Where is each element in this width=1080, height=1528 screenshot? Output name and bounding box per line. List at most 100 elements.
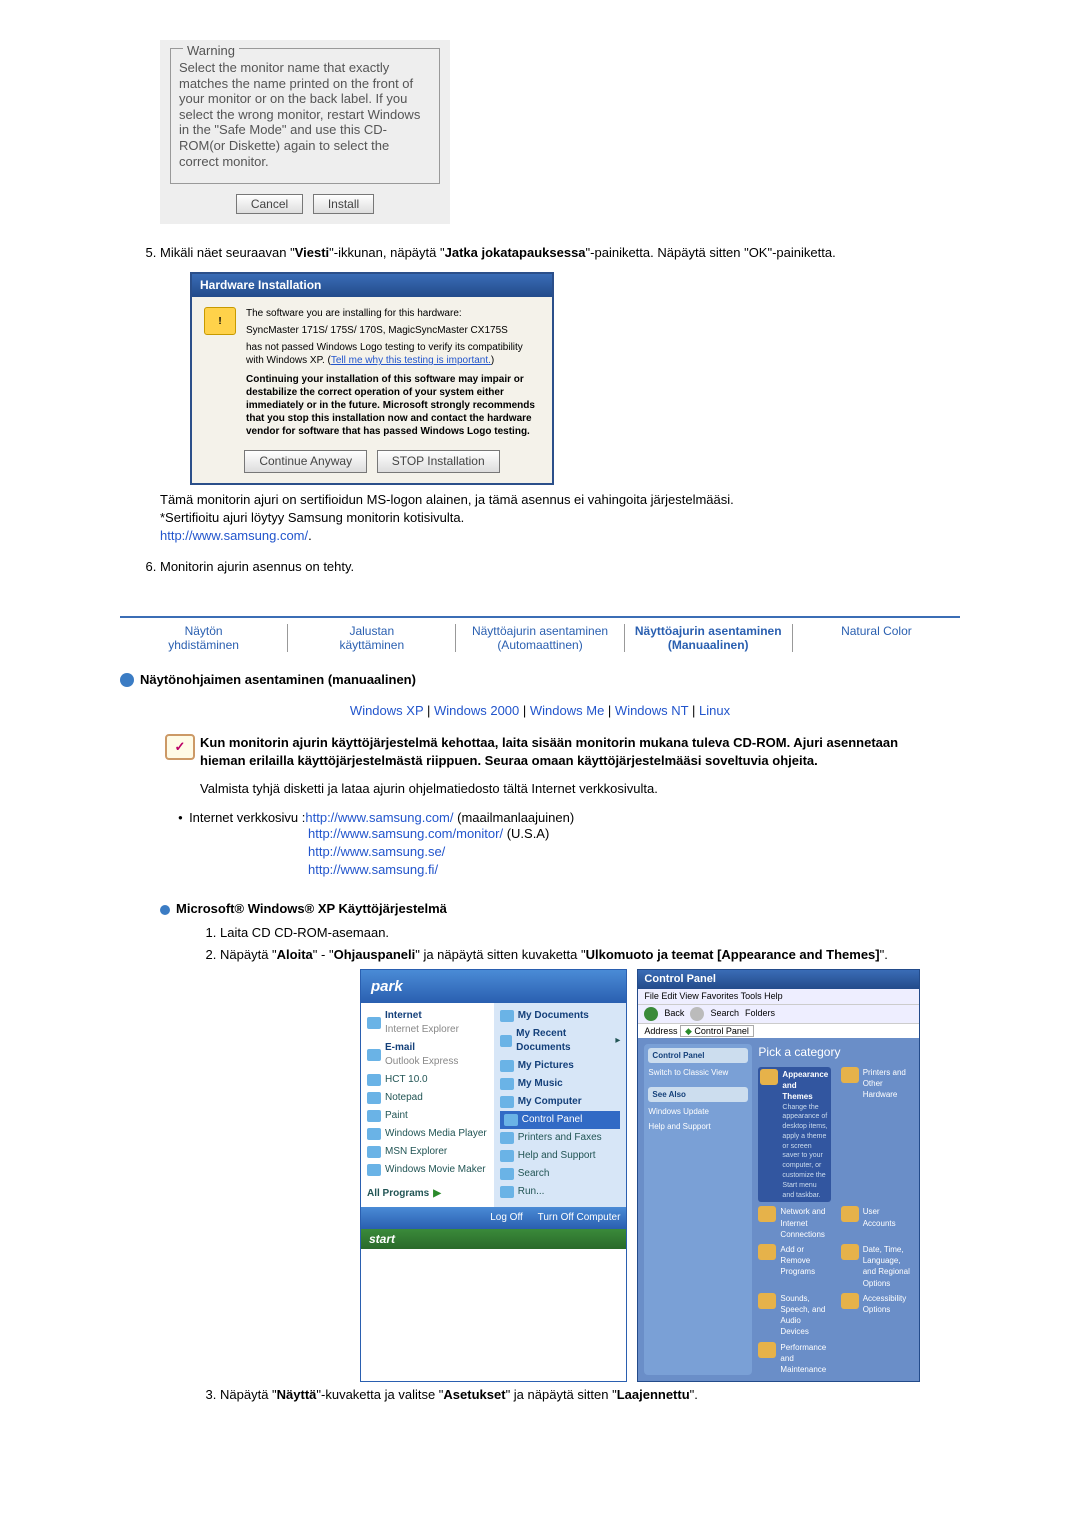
cat-add-remove[interactable]: Add or Remove Programs — [758, 1244, 830, 1289]
wmp-icon — [367, 1128, 381, 1140]
network-icon — [758, 1206, 776, 1222]
hw-line4: Continuing your installation of this sof… — [246, 373, 540, 438]
note-text-1: Kun monitorin ajurin käyttöjärjestelmä k… — [200, 734, 920, 770]
tab-natural-color[interactable]: Natural Color — [793, 624, 960, 652]
note-text-2: Valmista tyhjä disketti ja lataa ajurin … — [200, 781, 920, 796]
windows-update-link[interactable]: Windows Update — [648, 1104, 748, 1119]
paint-icon — [367, 1110, 381, 1122]
folders-toolbar[interactable]: Folders — [745, 1007, 775, 1020]
help-icon — [500, 1150, 514, 1162]
pick-category: Pick a category — [758, 1044, 913, 1061]
start-button[interactable]: start — [361, 1229, 626, 1250]
folder-icon — [500, 1060, 514, 1072]
section-head: Näytönohjaimen asentaminen (manuaalinen) — [120, 672, 960, 688]
hw-line3: has not passed Windows Logo testing to v… — [246, 341, 540, 367]
printer-icon — [500, 1132, 514, 1144]
cat-network[interactable]: Network and Internet Connections — [758, 1206, 830, 1240]
tab-jalustan-kayttaminen[interactable]: Jalustankäyttäminen — [288, 624, 456, 652]
cat-accessibility[interactable]: Accessibility Options — [841, 1293, 913, 1338]
appearance-icon — [760, 1069, 778, 1085]
link-windows-xp[interactable]: Windows XP — [350, 703, 423, 718]
stop-installation-button[interactable]: STOP Installation — [377, 450, 500, 473]
turnoff-button[interactable]: Turn Off Computer — [532, 1211, 621, 1225]
start-control-panel-item[interactable]: Control Panel — [500, 1111, 621, 1129]
warning-icon: ! — [204, 307, 236, 335]
controlpanel-icon — [504, 1114, 518, 1126]
link-windows-2000[interactable]: Windows 2000 — [434, 703, 519, 718]
tabs-row: Näytönyhdistäminen Jalustankäyttäminen N… — [120, 616, 960, 652]
link-windows-me[interactable]: Windows Me — [530, 703, 604, 718]
tab-driver-manual[interactable]: Näyttöajurin asentaminen(Manuaalinen) — [625, 624, 793, 652]
link-samsung-monitor[interactable]: http://www.samsung.com/monitor/ — [308, 826, 503, 841]
xp-step-2: Näpäytä "Aloita" - "Ohjauspaneli" ja näp… — [220, 946, 1020, 1382]
users-icon — [841, 1206, 859, 1222]
dialog-title: Hardware Installation — [192, 274, 552, 297]
datetime-icon — [841, 1244, 859, 1260]
performance-icon — [758, 1342, 776, 1358]
search-icon — [500, 1168, 514, 1180]
warning-text: Select the monitor name that exactly mat… — [179, 60, 431, 169]
globe-icon — [120, 673, 134, 687]
addremove-icon — [758, 1244, 776, 1260]
link-samsung-fi[interactable]: http://www.samsung.fi/ — [308, 862, 438, 877]
notepad-icon — [367, 1092, 381, 1104]
folder-icon — [500, 1035, 512, 1047]
sounds-icon — [758, 1293, 776, 1309]
continue-anyway-button[interactable]: Continue Anyway — [244, 450, 367, 473]
folder-icon — [500, 1078, 514, 1090]
link-windows-nt[interactable]: Windows NT — [615, 703, 688, 718]
internet-links-line: Internet verkkosivu :http://www.samsung.… — [178, 810, 920, 825]
chevron-right-icon: ▶ — [433, 1187, 441, 1201]
link-samsung-global[interactable]: http://www.samsung.com/ — [305, 810, 453, 825]
after5-line2: *Sertifioitu ajuri löytyy Samsung monito… — [160, 509, 1020, 527]
cp-side: Control Panel Switch to Classic View See… — [644, 1044, 752, 1375]
cat-printers-hardware[interactable]: Printers and Other Hardware — [841, 1067, 913, 1203]
tab-driver-auto[interactable]: Näyttöajurin asentaminen(Automaattinen) — [456, 624, 624, 652]
hw-line1: The software you are installing for this… — [246, 307, 540, 320]
xp-head: Microsoft® Windows® XP Käyttöjärjestelmä — [160, 901, 920, 916]
cp-side-cp: Control Panel — [648, 1048, 748, 1063]
bullet-icon — [160, 905, 170, 915]
help-support-link[interactable]: Help and Support — [648, 1119, 748, 1134]
forward-icon[interactable] — [690, 1007, 704, 1021]
link-linux[interactable]: Linux — [699, 703, 730, 718]
cp-title: Control Panel — [638, 970, 919, 989]
install-button[interactable]: Install — [313, 194, 374, 214]
step-6: Monitorin ajurin asennus on tehty. — [160, 558, 1020, 576]
cat-date-time[interactable]: Date, Time, Language, and Regional Optio… — [841, 1244, 913, 1289]
cat-sounds[interactable]: Sounds, Speech, and Audio Devices — [758, 1293, 830, 1338]
cp-toolbar: Back Search Folders — [638, 1004, 919, 1023]
cat-appearance-themes[interactable]: Appearance and ThemesChange the appearan… — [758, 1067, 830, 1203]
os-links: Windows XP | Windows 2000 | Windows Me |… — [60, 703, 1020, 718]
xp-step-1: Laita CD CD-ROM-asemaan. — [220, 924, 1020, 942]
computer-icon — [500, 1096, 514, 1108]
step-5: Mikäli näet seuraavan "Viesti"-ikkunan, … — [160, 244, 1020, 545]
note-row: ✓ Kun monitorin ajurin käyttöjärjestelmä… — [160, 734, 920, 770]
switch-classic-link[interactable]: Switch to Classic View — [648, 1065, 748, 1080]
xp-step-3: Näpäytä "Näyttä"-kuvaketta ja valitse "A… — [220, 1386, 1020, 1404]
moviemaker-icon — [367, 1164, 381, 1176]
cp-side-see: See Also — [648, 1087, 748, 1102]
logoff-button[interactable]: Log Off — [484, 1211, 523, 1225]
cancel-button[interactable]: Cancel — [236, 194, 303, 214]
logo-testing-link[interactable]: Tell me why this testing is important. — [331, 355, 491, 366]
cat-user-accounts[interactable]: User Accounts — [841, 1206, 913, 1240]
hw-line2: SyncMaster 171S/ 175S/ 170S, MagicSyncMa… — [246, 324, 540, 337]
link-samsung-se[interactable]: http://www.samsung.se/ — [308, 844, 445, 859]
warning-legend: Warning — [183, 43, 239, 58]
hardware-installation-dialog: Hardware Installation ! The software you… — [190, 272, 554, 485]
folder-icon — [500, 1010, 514, 1022]
after5-line1: Tämä monitorin ajuri on sertifioidun MS-… — [160, 491, 1020, 509]
tab-naytton-yhdistaminen[interactable]: Näytönyhdistäminen — [120, 624, 288, 652]
warning-dialog: Warning Select the monitor name that exa… — [160, 40, 450, 224]
start-user: park — [361, 970, 626, 1003]
control-panel-screenshot: Control Panel File Edit View Favorites T… — [637, 969, 920, 1383]
cat-performance[interactable]: Performance and Maintenance — [758, 1342, 830, 1376]
search-toolbar[interactable]: Search — [710, 1007, 739, 1020]
hardware-icon — [841, 1067, 859, 1083]
accessibility-icon — [841, 1293, 859, 1309]
check-icon: ✓ — [165, 734, 195, 760]
back-icon[interactable] — [644, 1007, 658, 1021]
samsung-url[interactable]: http://www.samsung.com/ — [160, 528, 308, 543]
run-icon — [500, 1186, 514, 1198]
